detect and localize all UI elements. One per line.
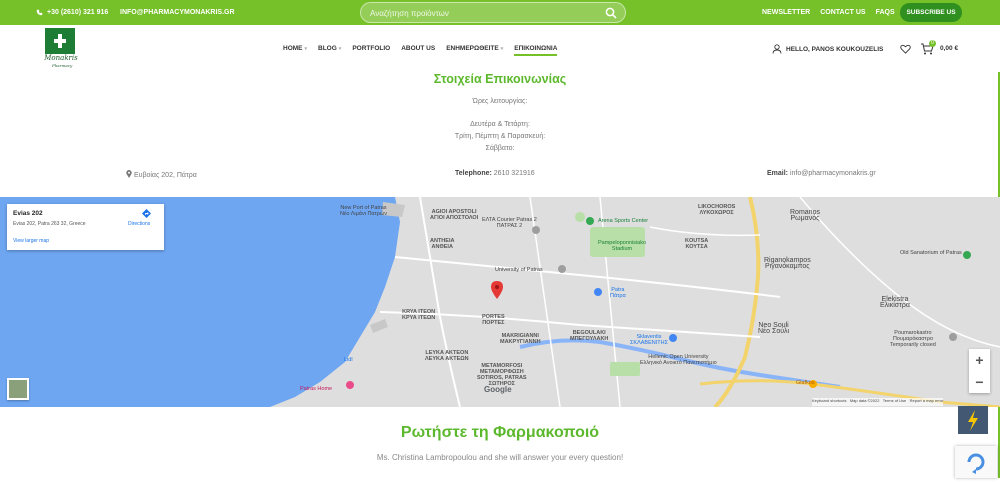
keyboard-shortcuts-link[interactable]: Keyboard shortcuts	[812, 398, 846, 403]
email-link[interactable]: INFO@PHARMACYMONAKRIS.GR	[120, 9, 235, 16]
faqs-link[interactable]: FAQS	[876, 9, 895, 16]
map-label: Old Sanatorium of Patras	[900, 250, 962, 256]
map-label: BEGOULAKI ΜΠΕΓΟΥΛΑΚΗ	[570, 330, 609, 342]
map-label: Sklaventis ΣΚΛΑΒΕΝΙΤΗΣ	[630, 334, 668, 346]
map-label: Riganokampos Ριγανόκαμπος	[764, 257, 811, 270]
nav-blog[interactable]: BLOG ▾	[318, 45, 341, 56]
map-label: ANTHEIA ΑΝΘΕΙΑ	[430, 238, 455, 250]
nav-contact[interactable]: ΕΠΙΚΟΙΝΩΝΙΑ	[514, 45, 558, 56]
map-label: Lidl	[344, 357, 353, 363]
map-label: LEYKA AKTEON ΛΕΥΚΑ ΑΚΤΕΩΝ	[425, 350, 469, 362]
map-label: Hellenic Open University Ελληνικό Ανοικτό…	[640, 354, 717, 366]
contact-title: Στοιχεία Επικοινωνίας	[433, 72, 567, 86]
ask-pharmacist-subtitle: Ms. Christina Lambropoulou and she will …	[376, 453, 624, 462]
phone-text: +30 (2610) 321 916	[47, 9, 109, 16]
phone-link[interactable]: +30 (2610) 321 916	[36, 9, 108, 16]
map-label: Glafkos	[796, 380, 815, 386]
map-label: MAKRIGIANNI ΜΑΚΡΥΓΙΑΝΝΗ	[500, 333, 541, 345]
user-icon	[772, 44, 782, 54]
nav-home[interactable]: HOME ▾	[283, 45, 307, 56]
logo-subtext: Pharmacy	[52, 63, 73, 68]
nav-about-us[interactable]: ABOUT US	[401, 45, 435, 56]
nav-news[interactable]: ΕΝΗΜΕΡΩΘΕΙΤΕ ▾	[446, 45, 503, 56]
ask-pharmacist-title: Ρωτήστε τη Φαρμακοποιό	[400, 424, 600, 441]
map-label: Elekistra Ελικίστρα	[880, 296, 910, 309]
chevron-down-icon: ▾	[338, 46, 342, 52]
address-info: Ευβοίας 202, Πάτρα	[126, 170, 197, 179]
user-greeting: HELLO, PANOS KOUKOUZELIS	[786, 45, 884, 53]
site-logo[interactable]: Monakris Pharmacy	[32, 28, 90, 70]
map-label: KOUTSA ΚΟΥΤΣΑ	[685, 238, 709, 250]
map-info-card: Evias 202 Evias 202, Patra 263 32, Greec…	[7, 204, 164, 250]
main-nav: HOME ▾ BLOG ▾ PORTFOLIO ABOUT US ΕΝΗΜΕΡΩΘΕ…	[283, 45, 558, 56]
cart-total[interactable]: 0,00 €	[940, 45, 958, 52]
top-bar: +30 (2610) 321 916 INFO@PHARMACYMONAKRIS…	[0, 0, 1000, 25]
chevron-down-icon: ▾	[304, 46, 308, 52]
directions-link[interactable]: Directions	[128, 221, 150, 227]
map-label: METAMORFOSI ΜΕΤΑΜΟΡΦΩΣΗ SOTIROS, PATRAS ΣΩΤ…	[477, 363, 527, 387]
chevron-down-icon: ▾	[500, 46, 504, 52]
directions-icon[interactable]	[142, 209, 151, 218]
wishlist-heart-icon[interactable]	[900, 44, 911, 54]
recaptcha-badge[interactable]	[955, 446, 997, 478]
map-label: Romanos Ρωμανός	[790, 209, 820, 222]
map-label: Patra Πάτρα	[610, 287, 626, 299]
google-logo: Google	[484, 385, 512, 394]
map-label: KRYA ITEON ΚΡΥΑ ΙΤΕΩΝ	[402, 309, 436, 321]
map-label: Pampeloponnisiako Stadium	[598, 240, 647, 252]
site-header: Monakris Pharmacy HOME ▾ BLOG ▾ PORTFOLIO …	[0, 25, 1000, 72]
place-title: Evias 202	[13, 210, 43, 217]
map-label: University of Patras	[495, 267, 543, 273]
zoom-in-button[interactable]: +	[969, 349, 990, 371]
phone-info: Telephone: 2610 321916	[455, 170, 535, 177]
search-input[interactable]	[370, 6, 590, 20]
cart-count-badge: 0	[929, 40, 936, 47]
lightning-icon	[968, 410, 978, 431]
floating-action-button[interactable]	[958, 406, 988, 434]
map-zoom-controls: + −	[969, 349, 990, 393]
phone-label: Telephone:	[455, 170, 492, 177]
recaptcha-icon	[967, 453, 985, 474]
map-label: AGIOI APOSTOLI ΑΓΙΟΙ ΑΠΟΣΤΟΛΟΙ	[430, 209, 479, 221]
email-label: Email:	[767, 170, 789, 177]
map-label: New Port of Patras Νέο Λιμάνι Πατρών	[340, 205, 387, 217]
terms-link[interactable]: Terms of Use	[883, 398, 907, 403]
phone-icon	[36, 9, 43, 16]
map-label: PORTES ΠΟΡΤΕΣ	[482, 314, 505, 326]
map-data-text: Map data ©2022	[849, 398, 880, 403]
subscribe-button[interactable]: SUBSCRIBE US	[900, 3, 962, 22]
hours-line-2: Τρίτη, Πέμπτη & Παρασκευή:	[454, 133, 546, 140]
view-larger-map-link[interactable]: View larger map	[13, 238, 49, 244]
map-attribution: Keyboard shortcuts Map data ©2022 Terms …	[812, 398, 944, 406]
address-text: Ευβοίας 202, Πάτρα	[133, 172, 197, 179]
place-address: Evias 202, Patra 263 32, Greece	[13, 221, 86, 227]
zoom-out-button[interactable]: −	[969, 371, 990, 393]
map-label: Arena Sports Center	[598, 218, 649, 224]
logo-text: Monakris	[44, 54, 78, 62]
map-label: Patras Home	[300, 386, 333, 392]
hours-line-3: Σάββατο:	[485, 145, 515, 152]
top-links: NEWSLETTER CONTACT US FAQS	[762, 9, 895, 16]
report-error-link[interactable]: Report a map error	[910, 398, 944, 403]
map-label: Neo Souli Νέο Σούλι	[758, 322, 790, 335]
hours-label: Ώρες λειτουργίας:	[472, 98, 528, 105]
map-label: ΕΛΤΑ Courier Patras 2 ΠΑΤΡΑΣ 2	[482, 217, 537, 229]
map-label: LIKOCHOROS ΛΥΚΟΧΩΡΟΣ	[698, 204, 736, 216]
email-value[interactable]: info@pharmacymonakris.gr	[790, 170, 876, 177]
search-icon[interactable]	[605, 7, 617, 19]
map-pin-icon	[126, 170, 132, 178]
satellite-toggle[interactable]	[7, 378, 29, 400]
hours-line-1: Δευτέρα & Τετάρτη:	[470, 121, 530, 128]
nav-portfolio[interactable]: PORTFOLIO	[352, 45, 390, 56]
email-info: Email: info@pharmacymonakris.gr	[767, 170, 876, 177]
pharmacy-cross-icon	[54, 34, 66, 48]
newsletter-link[interactable]: NEWSLETTER	[762, 9, 810, 16]
user-account[interactable]: HELLO, PANOS KOUKOUZELIS	[772, 44, 883, 54]
phone-value[interactable]: 2610 321916	[494, 170, 535, 177]
map-label: Poumarokastro Πουμαρόκαστρο Temporarily cl…	[890, 330, 936, 348]
contact-us-link[interactable]: CONTACT US	[820, 9, 865, 16]
search-box	[360, 2, 626, 23]
